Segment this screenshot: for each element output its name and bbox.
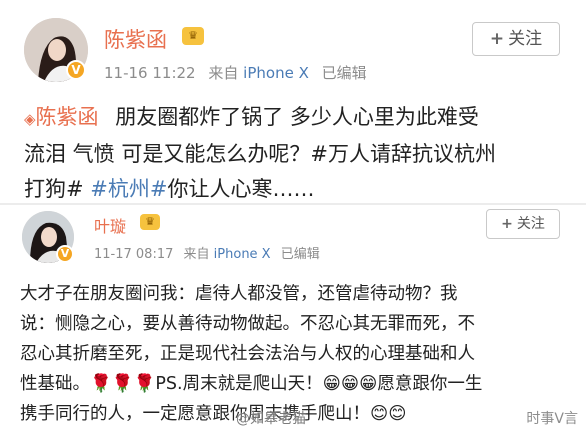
edited-label: 已编辑 — [280, 247, 320, 262]
post-body: ◈陈紫函 朋友圈都炸了锅了 多少人心里为此难受 流泪 气愤 可是又能怎么办呢？#… — [24, 100, 564, 207]
source-prefix: 来自 — [183, 247, 210, 262]
mention-link[interactable]: ◈陈紫函 — [24, 105, 99, 129]
verified-badge-icon: V — [66, 60, 86, 80]
timestamp[interactable]: 11-16 11:22 — [104, 64, 196, 82]
plus-icon: + — [501, 216, 513, 232]
body-line-2: 说：恻隐之心，要从善待动物做起。不忍心其无罪而死，不 — [20, 314, 475, 334]
follow-button[interactable]: + 关注 — [472, 22, 560, 56]
source-prefix: 来自 — [208, 64, 239, 82]
username[interactable]: 叶璇 — [94, 213, 126, 237]
edited-label: 已编辑 — [321, 64, 367, 82]
vip-crown-icon: ♛ — [182, 27, 204, 45]
post-meta: 11-16 11:22 来自 iPhone X 已编辑 — [104, 62, 367, 83]
follow-label: 关注 — [516, 216, 545, 232]
post-body: 大才子在朋友圈问我：虐待人都没管，还管虐待动物？我 说：恻隐之心，要从善待动物做… — [20, 279, 576, 429]
body-line-1: 朋友圈都炸了锅了 多少人心里为此难受 — [115, 105, 479, 129]
weibo-post-2: V 叶璇 ♛ 11-17 08:17 来自 iPhone X 已编辑 + 关注 大… — [0, 205, 586, 434]
follow-button[interactable]: + 关注 — [486, 209, 560, 239]
body-line-3: 忍心其折磨至死，正是现代社会法治与人权的心理基础和人 — [20, 344, 475, 364]
device-link[interactable]: iPhone X — [243, 64, 309, 82]
post-meta: 11-17 08:17 来自 iPhone X 已编辑 — [94, 243, 320, 262]
hashtag-link[interactable]: #杭州# — [90, 177, 167, 201]
follow-label: 关注 — [508, 29, 543, 49]
timestamp[interactable]: 11-17 08:17 — [94, 247, 173, 262]
username[interactable]: 陈紫函 — [104, 24, 167, 54]
vip-crown-icon: ♛ — [140, 214, 160, 230]
body-line-1: 大才子在朋友圈问我：虐待人都没管，还管虐待动物？我 — [20, 284, 458, 304]
weibo-post-1: V 陈紫函 ♛ 11-16 11:22 来自 iPhone X 已编辑 + 关注 … — [0, 0, 586, 205]
body-line-2: 流泪 气愤 可是又能怎么办呢？#万人请辞抗议杭州 — [24, 142, 496, 166]
rose-emoji-icon: 🌹🌹🌹 — [90, 374, 156, 394]
body-line-4: 性基础。🌹🌹🌹PS.周末就是爬山天！😁😁😁愿意跟你一生 — [20, 374, 483, 394]
body-line-3: 打狗# #杭州#你让人心寒…… — [24, 177, 315, 201]
device-link[interactable]: iPhone X — [214, 247, 271, 262]
watermark-right: 时事V言 — [526, 411, 578, 427]
verified-badge-icon: V — [56, 245, 74, 263]
watermark-left: @如皋老猫 — [236, 411, 306, 427]
super-topic-icon: ◈ — [24, 110, 36, 128]
plus-icon: + — [489, 29, 505, 49]
